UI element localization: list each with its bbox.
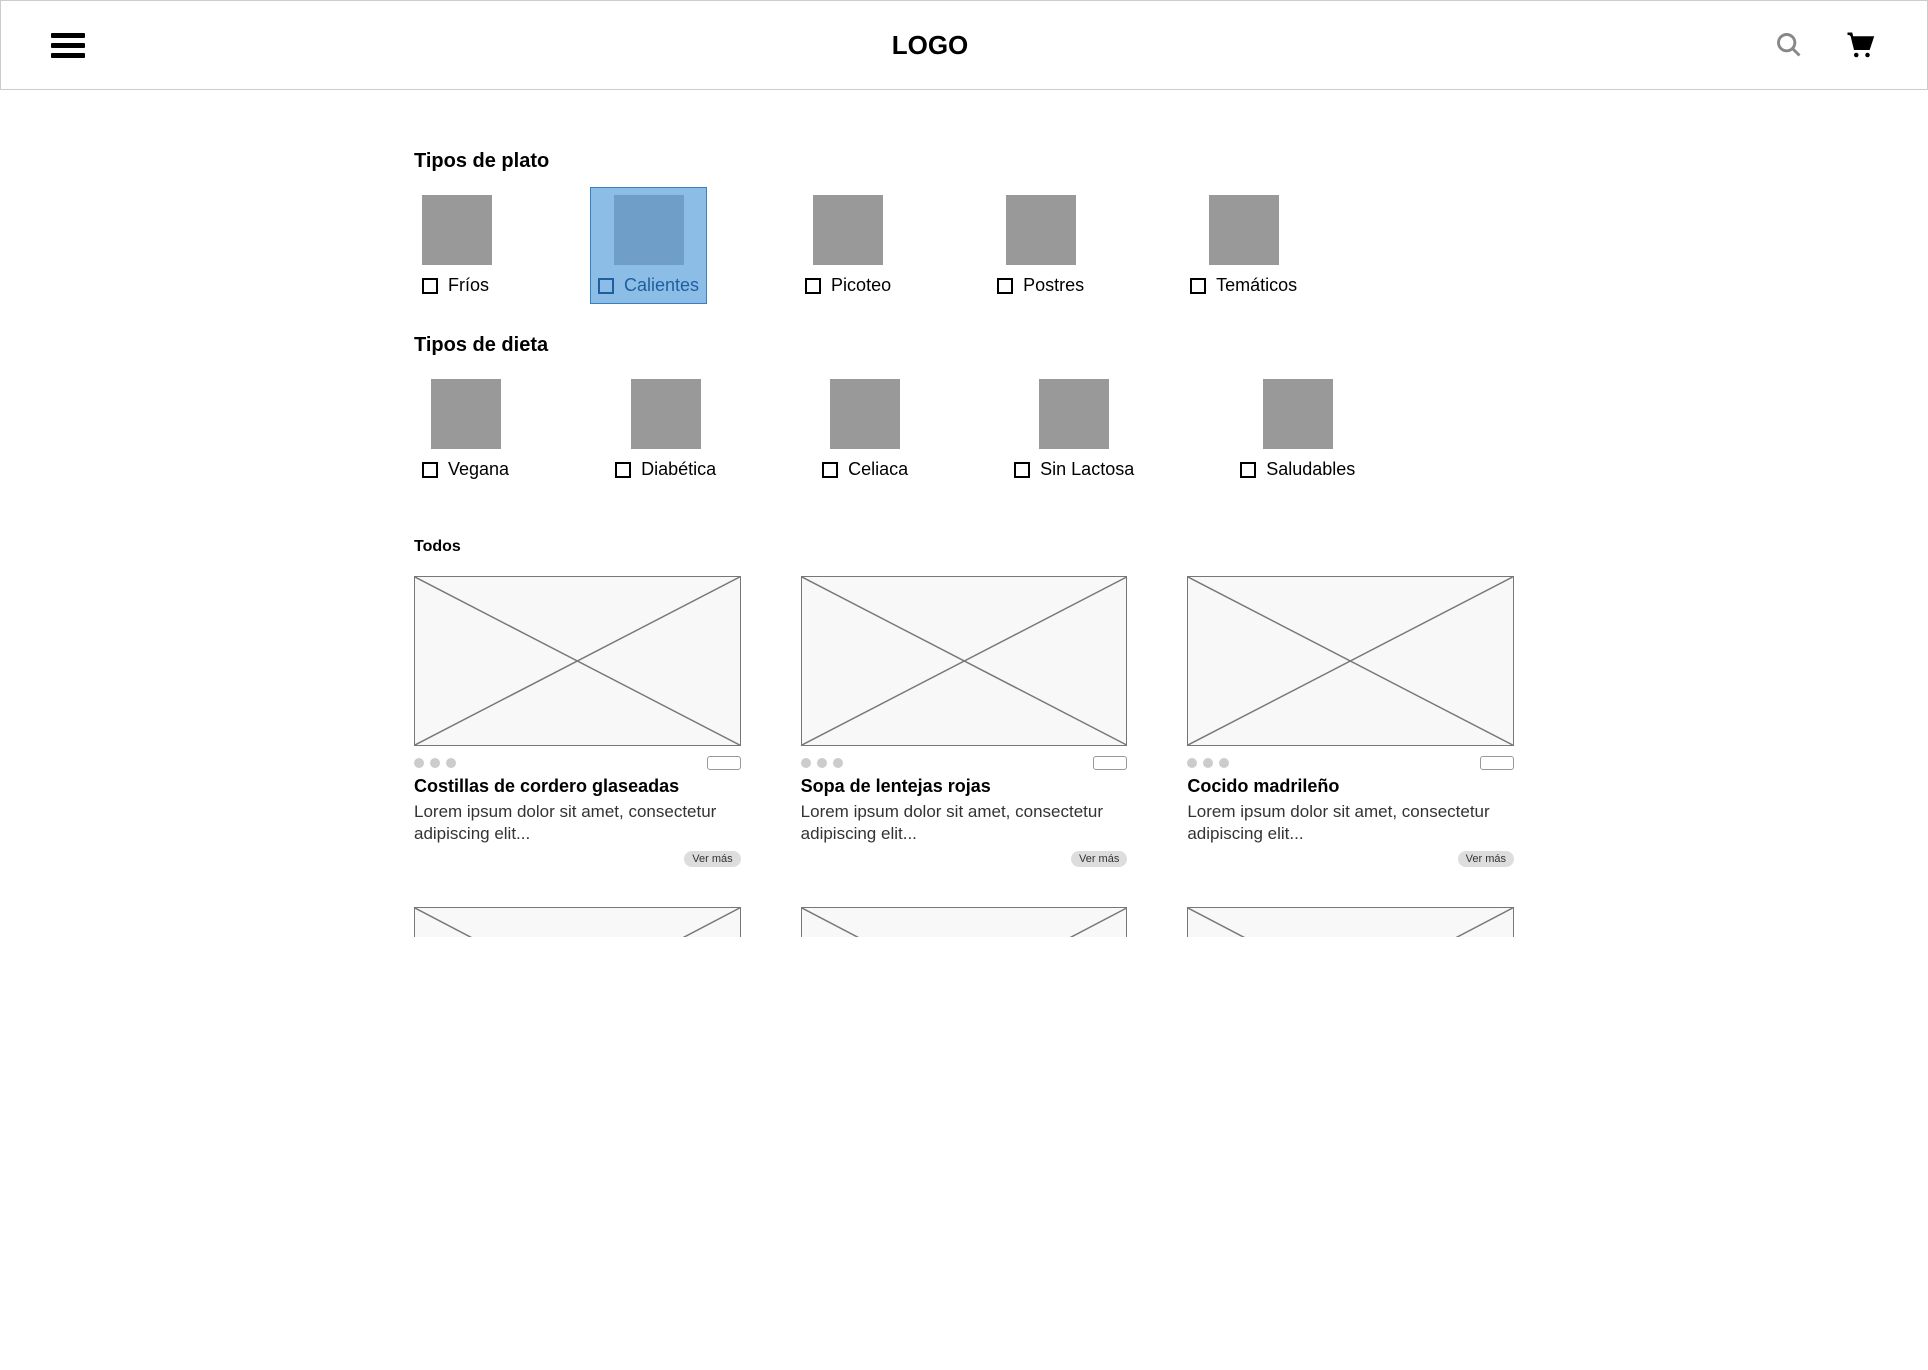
filter-label: Fríos	[448, 275, 489, 296]
placeholder-image	[1263, 379, 1333, 449]
filter-label: Vegana	[448, 459, 509, 480]
recipe-image[interactable]	[1187, 576, 1514, 746]
checkbox-icon	[1014, 462, 1030, 478]
see-more-button[interactable]: Ver más	[684, 851, 740, 867]
dish-types-title: Tipos de plato	[414, 150, 1514, 173]
filter-vegana[interactable]: Vegana	[414, 371, 517, 488]
filter-label: Postres	[1023, 275, 1084, 296]
filter-label: Celiaca	[848, 459, 908, 480]
results-grid: Costillas de cordero glaseadas Lorem ips…	[414, 576, 1514, 867]
see-more-button[interactable]: Ver más	[1458, 851, 1514, 867]
filter-picoteo[interactable]: Picoteo	[797, 187, 899, 304]
tag-pill	[1480, 756, 1514, 770]
recipe-image[interactable]	[414, 576, 741, 746]
filter-tematicos[interactable]: Temáticos	[1182, 187, 1305, 304]
filter-label: Temáticos	[1216, 275, 1297, 296]
placeholder-image	[1006, 195, 1076, 265]
filter-frios[interactable]: Fríos	[414, 187, 500, 304]
recipe-description: Lorem ipsum dolor sit amet, consectetur …	[414, 801, 741, 845]
cart-icon[interactable]	[1843, 30, 1877, 60]
recipe-image[interactable]	[414, 907, 741, 937]
recipe-card: Sopa de lentejas rojas Lorem ipsum dolor…	[801, 576, 1128, 867]
results-grid-next-row	[414, 907, 1514, 937]
recipe-title: Sopa de lentejas rojas	[801, 776, 1128, 797]
placeholder-image	[422, 195, 492, 265]
recipe-image[interactable]	[1187, 907, 1514, 937]
dish-types-row: Fríos Calientes Picoteo Postres	[414, 187, 1514, 304]
checkbox-icon	[1190, 278, 1206, 294]
app-header: LOGO	[0, 0, 1928, 90]
recipe-card: Cocido madrileño Lorem ipsum dolor sit a…	[1187, 576, 1514, 867]
menu-icon[interactable]	[51, 33, 85, 58]
filter-label: Saludables	[1266, 459, 1355, 480]
filter-label: Diabética	[641, 459, 716, 480]
main-content: Tipos de plato Fríos Calientes Picoteo	[414, 90, 1514, 977]
filter-calientes[interactable]: Calientes	[590, 187, 707, 304]
diet-types-title: Tipos de dieta	[414, 334, 1514, 357]
tag-pill	[1093, 756, 1127, 770]
checkbox-icon	[1240, 462, 1256, 478]
recipe-title: Costillas de cordero glaseadas	[414, 776, 741, 797]
logo: LOGO	[892, 30, 969, 61]
checkbox-icon	[805, 278, 821, 294]
checkbox-icon	[422, 278, 438, 294]
carousel-dots[interactable]	[1187, 758, 1229, 768]
recipe-title: Cocido madrileño	[1187, 776, 1514, 797]
checkbox-icon	[822, 462, 838, 478]
placeholder-image	[431, 379, 501, 449]
search-icon[interactable]	[1775, 31, 1803, 59]
recipe-image[interactable]	[801, 576, 1128, 746]
filter-saludables[interactable]: Saludables	[1232, 371, 1363, 488]
placeholder-image	[631, 379, 701, 449]
filter-postres[interactable]: Postres	[989, 187, 1092, 304]
checkbox-icon	[997, 278, 1013, 294]
recipe-card: Costillas de cordero glaseadas Lorem ips…	[414, 576, 741, 867]
filter-celiaca[interactable]: Celiaca	[814, 371, 916, 488]
checkbox-icon	[615, 462, 631, 478]
recipe-image[interactable]	[801, 907, 1128, 937]
placeholder-image	[1039, 379, 1109, 449]
recipe-description: Lorem ipsum dolor sit amet, consectetur …	[801, 801, 1128, 845]
diet-types-row: Vegana Diabética Celiaca Sin Lactosa	[414, 371, 1514, 488]
filter-label: Picoteo	[831, 275, 891, 296]
carousel-dots[interactable]	[801, 758, 843, 768]
placeholder-image	[813, 195, 883, 265]
checkbox-icon	[598, 278, 614, 294]
see-more-button[interactable]: Ver más	[1071, 851, 1127, 867]
recipe-description: Lorem ipsum dolor sit amet, consectetur …	[1187, 801, 1514, 845]
filter-label: Calientes	[624, 275, 699, 296]
results-title: Todos	[414, 538, 1514, 556]
filter-diabetica[interactable]: Diabética	[607, 371, 724, 488]
filter-label: Sin Lactosa	[1040, 459, 1134, 480]
placeholder-image	[830, 379, 900, 449]
filter-sin-lactosa[interactable]: Sin Lactosa	[1006, 371, 1142, 488]
tag-pill	[707, 756, 741, 770]
checkbox-icon	[422, 462, 438, 478]
placeholder-image	[614, 195, 684, 265]
carousel-dots[interactable]	[414, 758, 456, 768]
placeholder-image	[1209, 195, 1279, 265]
